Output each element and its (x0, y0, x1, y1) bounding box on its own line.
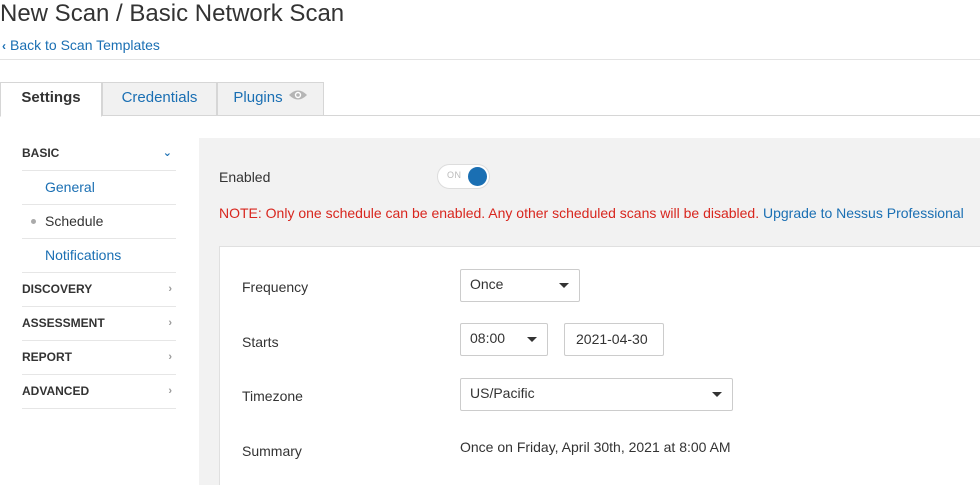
upgrade-link[interactable]: Upgrade to Nessus Professional (763, 205, 964, 221)
sidebar-section-assessment-label: ASSESSMENT (22, 316, 105, 330)
tab-plugins[interactable]: Plugins (217, 82, 324, 116)
timezone-select[interactable]: US/Pacific (460, 378, 733, 411)
start-date-input[interactable]: 2021-04-30 (564, 323, 664, 356)
chevron-right-icon: › (168, 317, 172, 329)
tab-settings-label: Settings (21, 89, 81, 106)
sidebar-section-advanced[interactable]: ADVANCED › (22, 375, 176, 409)
caret-down-icon (712, 392, 722, 397)
sidebar-section-discovery-label: DISCOVERY (22, 282, 93, 296)
sidebar-section-basic[interactable]: BASIC ⌄ (22, 137, 176, 171)
schedule-content: Enabled ON NOTE: Only one schedule can b… (199, 138, 980, 485)
timezone-label: Timezone (242, 388, 303, 404)
tab-plugins-label: Plugins (233, 89, 283, 106)
settings-sidebar: BASIC ⌄ General Schedule Notifications DI… (22, 137, 176, 409)
start-time-value: 08:00 (470, 330, 506, 346)
timezone-value: US/Pacific (470, 385, 535, 401)
sidebar-item-general-label: General (45, 179, 95, 195)
sidebar-item-schedule[interactable]: Schedule (22, 205, 176, 239)
summary-label: Summary (242, 443, 302, 459)
enabled-toggle[interactable]: ON (437, 164, 490, 189)
starts-label: Starts (242, 334, 279, 350)
caret-down-icon (527, 337, 537, 342)
sidebar-item-general[interactable]: General (22, 171, 176, 205)
toggle-on-text: ON (447, 170, 462, 180)
sidebar-item-notifications-label: Notifications (45, 247, 122, 263)
chevron-right-icon: › (168, 351, 172, 363)
tab-credentials[interactable]: Credentials (102, 82, 217, 116)
tab-credentials-label: Credentials (121, 89, 198, 106)
enabled-label: Enabled (219, 169, 271, 185)
sidebar-section-report[interactable]: REPORT › (22, 341, 176, 375)
sidebar-item-schedule-label: Schedule (45, 213, 104, 229)
sidebar-section-advanced-label: ADVANCED (22, 384, 90, 398)
sidebar-item-notifications[interactable]: Notifications (22, 239, 176, 273)
page-title: New Scan / Basic Network Scan (0, 0, 345, 27)
back-link-label: Back to Scan Templates (10, 37, 160, 53)
schedule-note-text: NOTE: Only one schedule can be enabled. … (219, 205, 760, 221)
back-to-templates-link[interactable]: ‹ Back to Scan Templates (2, 36, 160, 55)
frequency-select[interactable]: Once (460, 269, 580, 302)
bullet-icon (31, 219, 36, 224)
sidebar-section-report-label: REPORT (22, 350, 73, 364)
chevron-down-icon: ⌄ (162, 147, 172, 159)
frequency-value: Once (470, 276, 504, 292)
tab-settings[interactable]: Settings (0, 82, 102, 117)
chevron-left-icon: ‹ (2, 39, 6, 53)
sidebar-section-assessment[interactable]: ASSESSMENT › (22, 307, 176, 341)
header-divider (0, 59, 980, 60)
start-time-select[interactable]: 08:00 (460, 323, 548, 356)
caret-down-icon (559, 283, 569, 288)
chevron-right-icon: › (168, 385, 172, 397)
tabs-divider (0, 115, 980, 116)
schedule-note: NOTE: Only one schedule can be enabled. … (219, 205, 964, 221)
chevron-right-icon: › (168, 283, 172, 295)
frequency-label: Frequency (242, 279, 309, 295)
sidebar-section-basic-label: BASIC (22, 146, 60, 160)
schedule-panel: Frequency Once Starts 08:00 2021-04-30 T… (219, 246, 980, 485)
eye-icon[interactable] (288, 82, 308, 112)
sidebar-section-discovery[interactable]: DISCOVERY › (22, 273, 176, 307)
summary-value: Once on Friday, April 30th, 2021 at 8:00… (460, 439, 731, 455)
toggle-knob (468, 167, 487, 186)
